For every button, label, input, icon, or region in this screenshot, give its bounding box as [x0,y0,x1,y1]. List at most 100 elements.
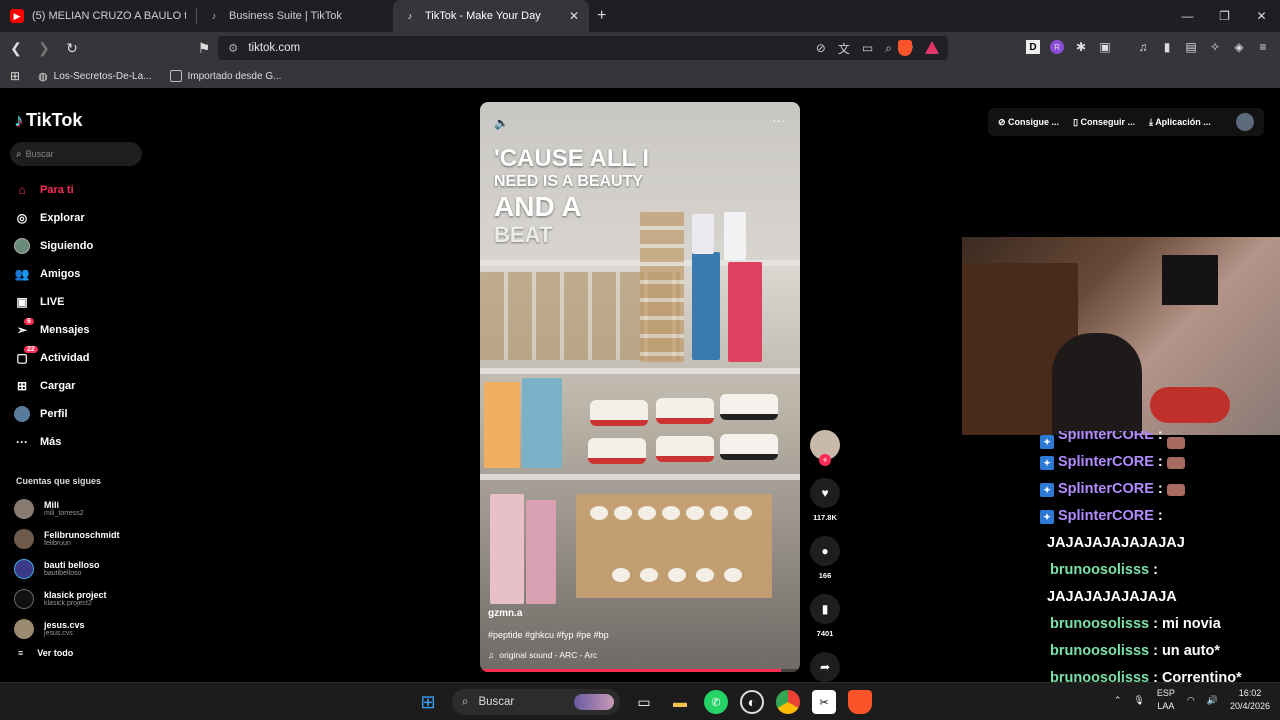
nav-label: Para ti [40,184,74,196]
chat-message: ✦ SplinterCORE : [1040,476,1280,503]
follow-plus-icon[interactable]: + [819,454,831,466]
task-view-icon[interactable]: ▭ [632,690,656,714]
get-app-link[interactable]: ▯ Conseguir ... [1073,117,1135,128]
new-tab-button[interactable]: + [597,7,606,25]
tab-search-icon[interactable]: ▣ [1098,40,1112,54]
site-info-icon[interactable]: ⚙ [228,41,238,55]
chat-user: brunoosolisss [1050,562,1150,578]
live-icon: ▣ [16,295,28,309]
volume-icon[interactable]: 🔊 [1207,695,1218,706]
tiktok-logo[interactable]: ♪ TikTok [14,110,82,131]
close-window-button[interactable]: ✕ [1243,0,1280,32]
video-hashtags[interactable]: #peptide #ghkcu #fyp #pe #bp [488,630,609,640]
search-input[interactable]: ⌕ Buscar [10,142,142,166]
forward-button[interactable]: ❯ [32,40,56,57]
see-all-link[interactable]: ≡ Ver todo [18,648,73,658]
chrome-icon[interactable] [776,690,800,714]
extension-d-icon[interactable]: D [1026,40,1040,54]
menu-icon[interactable]: ≡ [1256,40,1270,54]
language-indicator[interactable]: ESP LAA [1157,687,1175,713]
no-image-icon[interactable]: ⊘ [816,41,826,55]
music-icon[interactable]: ♫ [1136,40,1150,54]
nav-live[interactable]: ▣ LIVE [14,288,93,316]
volume-icon[interactable]: 🔈 [494,116,509,130]
nav-friends[interactable]: 👥 Amigos [14,260,93,288]
video-player[interactable]: 🔈 ··· 'CAUSE ALL I NEED IS A BEAUTY AND … [480,102,800,672]
chat-message: brunoosolisss : un auto* [1050,638,1280,665]
minimize-button[interactable]: — [1169,0,1206,32]
chevron-up-icon[interactable]: ⌃ [1114,695,1122,706]
tab-title: TikTok - Make Your Day [425,10,541,22]
nav-following[interactable]: Siguiendo [14,232,93,260]
activity-badge: 22 [24,346,38,353]
messages-badge: 6 [24,318,34,325]
windows-start-icon[interactable]: ⊞ [416,690,440,714]
clock[interactable]: 16:02 20/4/2026 [1230,687,1270,713]
whatsapp-icon[interactable]: ✆ [704,690,728,714]
music-note-icon: ♫ [488,650,495,660]
apps-grid-icon[interactable]: ⊞ [10,69,20,83]
translate-icon[interactable]: 文 [838,40,850,57]
zoom-icon[interactable]: ⌕ [885,41,892,56]
maximize-button[interactable]: ❐ [1206,0,1243,32]
nav-for-you[interactable]: ⌂ Para ti [14,176,93,204]
bookmark-item[interactable]: ◍ Los-Secretos-De-La... [38,70,151,83]
like-action[interactable]: ♥ 117.8K [810,478,840,522]
egg [614,506,632,520]
more-options-icon[interactable]: ··· [772,112,786,128]
leo-ai-icon[interactable]: ✧ [1208,40,1222,54]
following-account[interactable]: bauti belloso bautibelloso [14,554,120,584]
app-download-link[interactable]: ⤓ Aplicación ... [1149,117,1211,128]
file-explorer-icon[interactable]: ▬ [668,690,692,714]
video-sound[interactable]: ♫ original sound - ARC - Arc [488,650,597,660]
brave-rewards-icon[interactable] [925,41,939,54]
brave-shield-icon[interactable] [898,40,912,56]
vpn-icon[interactable]: ◈ [1232,40,1246,54]
user-avatar[interactable] [1236,113,1254,131]
save-action[interactable]: ▮ 7401 [810,594,840,638]
egg [590,506,608,520]
wifi-icon[interactable]: ◠ [1187,695,1195,706]
nav-profile[interactable]: Perfil [14,400,93,428]
following-account[interactable]: jesus.cvs jesus.cvs [14,614,120,644]
egg [724,568,742,582]
url-text: tiktok.com [248,42,301,54]
nav-messages[interactable]: ➣ 6 Mensajes [14,316,93,344]
bookmark-page-icon[interactable]: ⚑ [192,40,216,57]
sidebar-icon[interactable]: ▮ [1160,40,1174,54]
back-button[interactable]: ❮ [4,40,28,57]
get-coins-link[interactable]: ⊘ Consigue ... [998,117,1059,128]
following-account[interactable]: Felibrunoschmidt felibruun [14,524,120,554]
microphone-icon[interactable]: 🎙 [1133,695,1144,706]
extension-profile-icon[interactable]: R [1050,40,1064,54]
video-author[interactable]: gzmn.a [488,608,522,619]
windows-taskbar: ⊞ ⌕ Buscar ▭ ▬ ✆ ◐ ✂ ⌃ 🎙 ESP LAA ◠ 🔊 16:0… [0,682,1280,720]
close-tab-icon[interactable]: ✕ [569,9,579,23]
nav-label: Amigos [40,268,81,280]
tab-business-suite[interactable]: ♪ Business Suite | TikTok [197,0,393,32]
nav-upload[interactable]: ⊞ Cargar [14,372,93,400]
taskbar-search[interactable]: ⌕ Buscar [452,689,620,715]
bookmarks-bar: ⊞ ◍ Los-Secretos-De-La... Importado desd… [0,64,1280,88]
video-progress-bar[interactable] [480,669,800,672]
comment-action[interactable]: ● 166 [810,536,840,580]
nav-activity[interactable]: ▢ 22 Actividad [14,344,93,372]
tab-tiktok-active[interactable]: ♪ TikTok - Make Your Day ✕ [393,0,589,32]
tab-youtube[interactable]: ▶ (5) MELIAN CRUZÓ A BAULO tras TIL [0,0,196,32]
following-account[interactable]: Mili mili_torress2 [14,494,120,524]
wallet-icon[interactable]: ▤ [1184,40,1198,54]
nav-explore[interactable]: ◎ Explorar [14,204,93,232]
emote-icon [1166,456,1185,469]
url-field[interactable]: ⚙ tiktok.com ⊘ 文 ▭ ⌕ ⇗ [218,36,948,60]
cast-icon[interactable]: ▭ [862,41,873,55]
nav-more[interactable]: ··· Más [14,428,93,456]
creator-avatar[interactable]: + [810,430,840,466]
following-account[interactable]: klasick project klasick.project2 [14,584,120,614]
obs-icon[interactable]: ◐ [740,690,764,714]
emote-icon [1166,437,1185,449]
reload-button[interactable]: ↻ [60,40,84,57]
brave-icon[interactable] [848,690,872,714]
capcut-icon[interactable]: ✂ [812,690,836,714]
puzzle-icon[interactable]: ✱ [1074,40,1088,54]
bookmark-folder[interactable]: Importado desde G... [169,70,281,82]
